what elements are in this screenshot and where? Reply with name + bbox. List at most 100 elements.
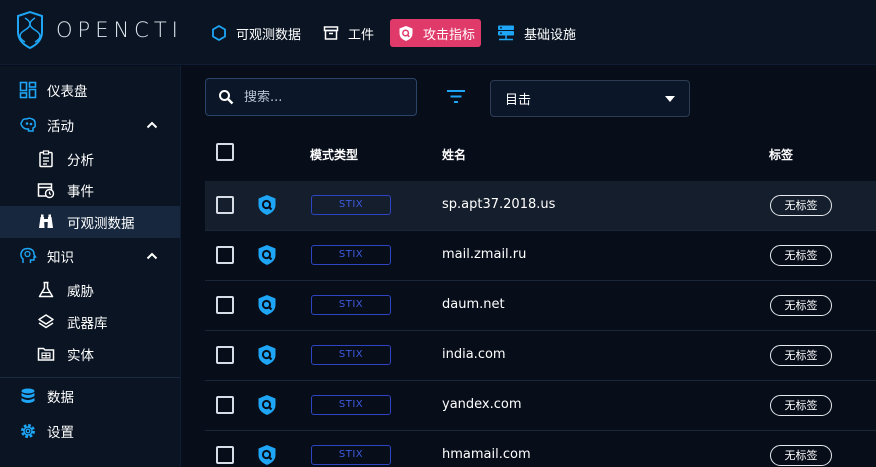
sidebar-item-entities[interactable]: 实体 — [0, 338, 180, 370]
top-nav-indicators[interactable]: 攻击指标 — [390, 19, 482, 47]
calendar-clock-icon — [37, 183, 55, 199]
pattern-type-chip: STIX — [311, 395, 391, 415]
label-chip: 无标签 — [770, 245, 832, 266]
select-all-checkbox[interactable] — [216, 143, 234, 161]
label-chip: 无标签 — [770, 445, 832, 466]
table-row[interactable]: STIX mail.zmail.ru 无标签 — [205, 231, 876, 281]
opencti-logo[interactable]: OPENCTI — [14, 10, 183, 50]
database-icon — [21, 388, 35, 403]
filter-icon[interactable] — [446, 89, 466, 104]
search-icon — [219, 90, 234, 105]
row-checkbox[interactable] — [216, 446, 234, 464]
top-nav: 可观测数据 工件 攻击指标 基础设施 — [205, 19, 592, 47]
sidebar-item-label: 实体 — [67, 348, 94, 364]
pattern-type-chip: STIX — [311, 245, 391, 265]
top-nav-label: 工件 — [348, 27, 375, 43]
indicator-name: daum.net — [442, 297, 505, 312]
pattern-type-chip: STIX — [311, 295, 391, 315]
clipboard-icon — [39, 150, 53, 168]
folder-table-icon — [37, 347, 55, 361]
sidebar-item-activities[interactable]: 活动 — [0, 109, 180, 141]
sidebar-item-label: 仪表盘 — [47, 84, 88, 100]
logo-icon — [17, 10, 43, 50]
indicator-icon — [258, 345, 276, 365]
pattern-type-chip: STIX — [311, 345, 391, 365]
indicator-icon — [258, 295, 276, 315]
indicator-icon — [258, 445, 276, 465]
sidebar-item-dashboard[interactable]: 仪表盘 — [0, 74, 180, 106]
sidebar: 仪表盘 活动 分析 事件 可观测数据 知识 威胁 武器库 实体 数据 设置 — [0, 66, 181, 467]
caret-down-icon — [665, 96, 675, 102]
table-row[interactable]: STIX yandex.com 无标签 — [205, 381, 876, 431]
label-chip: 无标签 — [770, 295, 832, 316]
pattern-type-chip: STIX — [311, 195, 391, 215]
top-nav-observables[interactable]: 可观测数据 — [205, 19, 307, 47]
archive-icon — [323, 26, 339, 40]
top-nav-artifacts[interactable]: 工件 — [317, 19, 380, 47]
indicator-name: yandex.com — [442, 397, 522, 412]
header-labels[interactable]: 标签 — [769, 146, 793, 163]
sidebar-item-observables[interactable]: 可观测数据 — [0, 206, 180, 238]
sidebar-item-label: 威胁 — [67, 284, 94, 300]
flask-icon — [38, 281, 54, 298]
indicator-name: hmamail.com — [442, 447, 531, 462]
row-checkbox[interactable] — [216, 246, 234, 264]
indicator-name: india.com — [442, 347, 506, 362]
gear-icon — [21, 424, 35, 438]
hexagon-icon — [212, 25, 226, 41]
sidebar-item-threats[interactable]: 威胁 — [0, 274, 180, 306]
sidebar-item-label: 知识 — [47, 250, 74, 266]
table-row[interactable]: STIX daum.net 无标签 — [205, 281, 876, 331]
indicator-shield-icon — [399, 25, 413, 41]
label-chip: 无标签 — [770, 345, 832, 366]
top-nav-label: 攻击指标 — [423, 27, 476, 43]
pattern-type-chip: STIX — [311, 445, 391, 465]
table-row[interactable]: STIX sp.apt37.2018.us 无标签 — [205, 181, 876, 231]
indicator-icon — [258, 195, 276, 215]
sidebar-item-label: 设置 — [47, 425, 74, 441]
table-row[interactable]: STIX hmamail.com 无标签 — [205, 431, 876, 467]
indicator-name: mail.zmail.ru — [442, 247, 527, 262]
brain-icon — [20, 117, 36, 132]
sidebar-item-settings[interactable]: 设置 — [0, 415, 180, 447]
row-checkbox[interactable] — [216, 346, 234, 364]
chevron-up-icon[interactable] — [145, 118, 159, 132]
sidebar-item-data[interactable]: 数据 — [0, 380, 180, 412]
table-row[interactable]: STIX india.com 无标签 — [205, 331, 876, 381]
indicator-icon — [258, 395, 276, 415]
sidebar-item-events[interactable]: 事件 — [0, 174, 180, 206]
chevron-up-icon[interactable] — [145, 249, 159, 263]
sidebar-item-analysis[interactable]: 分析 — [0, 143, 180, 175]
top-nav-label: 基础设施 — [524, 27, 577, 43]
logo-text: OPENCTI — [56, 18, 183, 42]
label-chip: 无标签 — [770, 195, 832, 216]
header-pattern-type[interactable]: 模式类型 — [310, 146, 358, 163]
sidebar-item-label: 可观测数据 — [67, 216, 135, 232]
head-bulb-icon — [20, 247, 37, 263]
row-checkbox[interactable] — [216, 296, 234, 314]
binoculars-icon — [39, 214, 53, 228]
search-field[interactable] — [205, 78, 417, 116]
top-nav-infrastructure[interactable]: 基础设施 — [491, 19, 582, 47]
top-nav-label: 可观测数据 — [236, 27, 302, 43]
layers-icon — [38, 314, 54, 329]
sidebar-item-knowledge[interactable]: 知识 — [0, 240, 180, 272]
row-checkbox[interactable] — [216, 196, 234, 214]
top-bar: OPENCTI 可观测数据 工件 攻击指标 基础设施 — [0, 0, 876, 65]
sidebar-item-label: 活动 — [47, 119, 74, 135]
sidebar-item-label: 事件 — [67, 184, 94, 200]
sidebar-item-label: 武器库 — [67, 316, 108, 332]
indicator-name: sp.apt37.2018.us — [442, 197, 556, 212]
header-name[interactable]: 姓名 — [442, 146, 466, 163]
row-checkbox[interactable] — [216, 396, 234, 414]
dashboard-icon — [19, 81, 37, 99]
server-icon — [498, 25, 515, 41]
sidebar-divider — [0, 377, 180, 378]
sidebar-item-arsenal[interactable]: 武器库 — [0, 306, 180, 338]
indicator-icon — [258, 245, 276, 265]
select-value: 目击 — [505, 93, 532, 108]
label-chip: 无标签 — [770, 395, 832, 416]
sighting-select[interactable]: 目击 — [490, 80, 690, 117]
sidebar-item-label: 分析 — [67, 153, 94, 169]
search-input[interactable] — [244, 89, 404, 105]
